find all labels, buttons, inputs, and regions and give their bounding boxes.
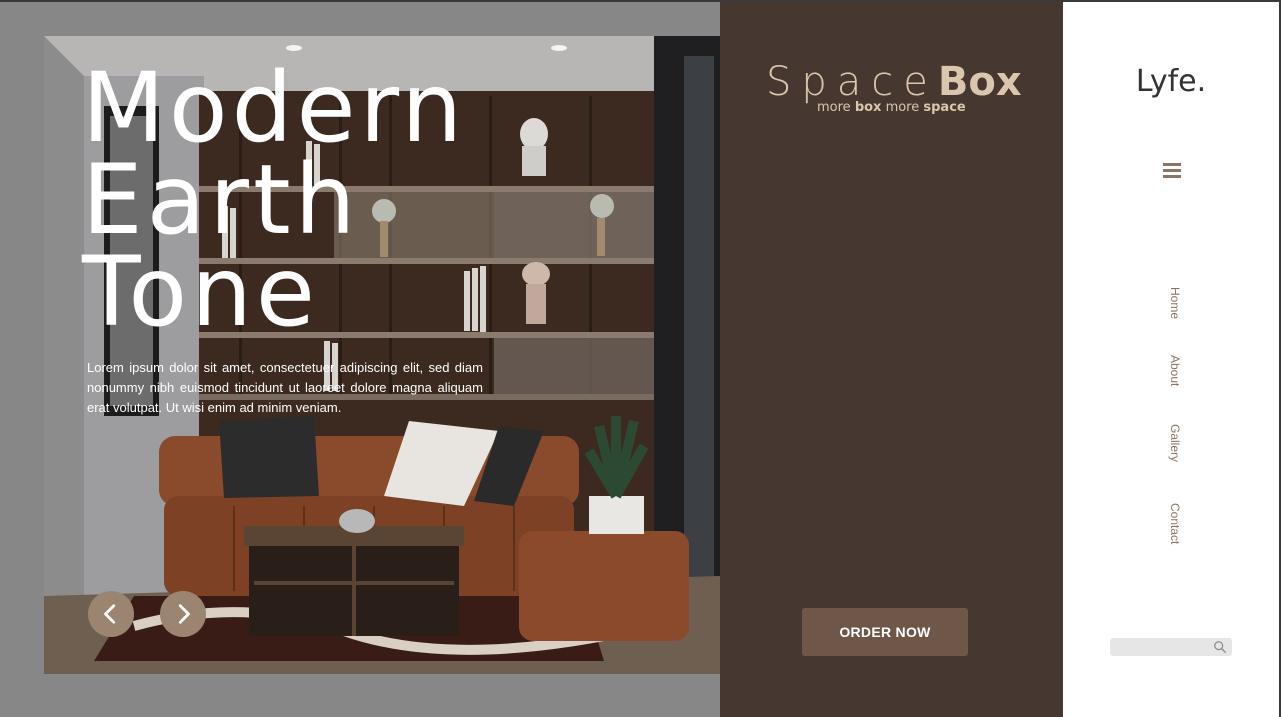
hero-title-line-1: Modern [82,52,467,164]
nav-item-contact[interactable]: Contact [1160,503,1182,544]
brand-logo[interactable]: SpaceBox more box more space [766,60,1026,115]
hero-title: Modern Earth Tone [82,52,467,348]
search-input[interactable] [1114,639,1210,655]
brand-name-light: Space [766,59,938,105]
chevron-right-icon [178,604,190,624]
order-now-button[interactable]: ORDER NOW [802,608,968,656]
hamburger-menu-icon[interactable] [1163,163,1181,179]
hero-title-line-3: Tone [82,236,319,348]
slider-next-button[interactable] [160,591,206,637]
search-icon[interactable] [1213,640,1227,654]
hero-title-line-2: Earth [82,144,360,256]
tagline-part-4: space [923,100,966,115]
chevron-left-icon [104,604,116,624]
site-logo[interactable]: Lyfe. [1063,64,1279,99]
nav-item-about[interactable]: About [1160,355,1182,386]
tagline-part-1: more [817,100,855,115]
tagline-part-3: more [881,100,924,115]
tagline-part-2: box [854,100,882,115]
brand-name-bold: Box [937,59,1022,105]
hero-description: Lorem ipsum dolor sit amet, consectetuer… [87,360,483,415]
nav-item-home[interactable]: Home [1160,287,1182,319]
nav-item-gallery[interactable]: Gallery [1160,424,1182,462]
slider-prev-button[interactable] [88,591,134,637]
brand-name: SpaceBox [766,60,1026,104]
